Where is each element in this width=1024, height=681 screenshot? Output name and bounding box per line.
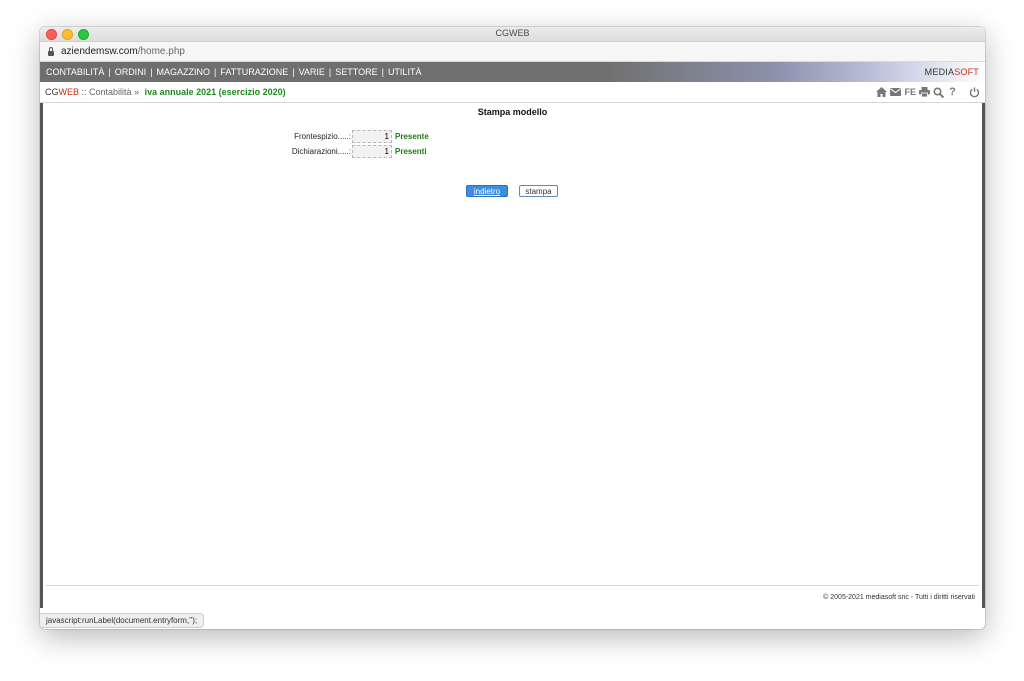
browser-status-bar: javascript:runLabel(document.entryform,'…	[40, 613, 205, 628]
nav-menu: CONTABILITÀ | ORDINI | MAGAZZINO | FATTU…	[46, 67, 421, 77]
power-icon[interactable]	[969, 87, 980, 98]
page-footer: © 2005-2021 mediasoft snc - Tutti i diri…	[46, 585, 979, 608]
toolbar-icons: FE ?	[876, 86, 980, 98]
breadcrumb-separator: ::	[79, 87, 90, 97]
breadcrumb-bar: CGWEB :: Contabilità » iva annuale 2021 …	[40, 82, 985, 103]
url[interactable]: aziendemsw.com/home.php	[61, 46, 185, 57]
main-nav: CONTABILITÀ | ORDINI | MAGAZZINO | FATTU…	[40, 62, 985, 82]
nav-item-magazzino[interactable]: MAGAZZINO	[157, 67, 211, 77]
brand-logo: MEDIASOFT	[924, 67, 979, 77]
nav-item-fatturazione[interactable]: FATTURAZIONE	[220, 67, 288, 77]
nav-separator: |	[214, 67, 217, 77]
url-domain: aziendemsw.com	[61, 46, 138, 57]
breadcrumb-app[interactable]: CG	[45, 87, 59, 97]
title-bar: CGWEB	[40, 27, 985, 42]
form-row-dichiarazioni: Dichiarazioni.....: Presenti	[275, 145, 427, 158]
nav-separator: |	[381, 67, 384, 77]
nav-item-utilita[interactable]: UTILITÀ	[388, 67, 422, 77]
form-row-frontespizio: Frontespizio.....: Presente	[275, 130, 429, 143]
mail-icon[interactable]	[890, 87, 902, 98]
nav-separator: |	[108, 67, 111, 77]
window-title: CGWEB	[495, 28, 530, 38]
nav-item-varie[interactable]: VARIE	[299, 67, 325, 77]
main-content: Stampa modello Frontespizio.....: Presen…	[40, 103, 985, 608]
breadcrumb-separator: »	[131, 87, 142, 97]
nav-separator: |	[328, 67, 332, 77]
url-path: /home.php	[137, 46, 185, 57]
frontespizio-label: Frontespizio.....:	[294, 132, 351, 141]
nav-item-ordini[interactable]: ORDINI	[115, 67, 147, 77]
dichiarazioni-label: Dichiarazioni.....:	[291, 147, 351, 156]
breadcrumb: CGWEB :: Contabilità » iva annuale 2021 …	[45, 87, 286, 97]
frontespizio-input[interactable]	[352, 130, 392, 143]
nav-item-contabilita[interactable]: CONTABILITÀ	[46, 67, 104, 77]
home-icon[interactable]	[876, 87, 888, 98]
dichiarazioni-status: Presenti	[395, 147, 427, 156]
browser-window: CGWEB aziendemsw.com/home.php CONTABILIT…	[40, 27, 985, 629]
back-button[interactable]: indietro	[466, 185, 508, 197]
lock-icon	[48, 46, 54, 56]
nav-separator: |	[150, 67, 153, 77]
fe-icon[interactable]: FE	[904, 87, 916, 98]
frontespizio-status: Presente	[395, 132, 429, 141]
copyright-text: © 2005-2021 mediasoft snc - Tutti i diri…	[823, 594, 975, 601]
nav-separator: |	[292, 67, 295, 77]
search-icon[interactable]	[933, 86, 944, 98]
page-title: Stampa modello	[477, 107, 548, 117]
address-bar[interactable]: aziendemsw.com/home.php	[40, 42, 985, 62]
breadcrumb-app-suffix[interactable]: WEB	[59, 87, 80, 97]
breadcrumb-current: iva annuale 2021 (esercizio 2020)	[144, 87, 286, 97]
help-icon[interactable]: ?	[947, 86, 958, 98]
nav-item-settore[interactable]: SETTORE	[335, 67, 377, 77]
dichiarazioni-input[interactable]	[352, 145, 392, 158]
print-button[interactable]: stampa	[519, 185, 558, 197]
print-icon[interactable]	[919, 87, 930, 98]
breadcrumb-section[interactable]: Contabilità	[89, 87, 132, 97]
